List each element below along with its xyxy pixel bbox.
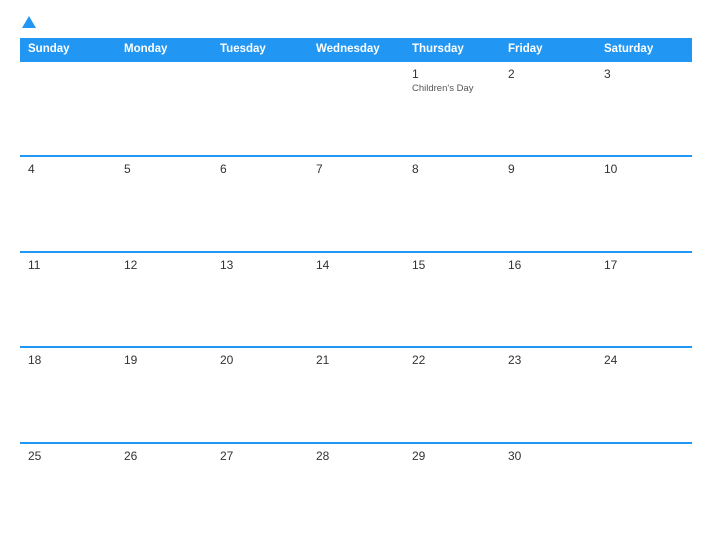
calendar-cell: 18	[20, 347, 116, 442]
calendar-cell: 4	[20, 156, 116, 251]
day-number: 1	[412, 67, 492, 81]
day-number: 5	[124, 162, 204, 176]
calendar-cell	[212, 61, 308, 156]
calendar-cell: 30	[500, 443, 596, 538]
day-number: 12	[124, 258, 204, 272]
event-label: Children's Day	[412, 83, 492, 94]
day-number: 11	[28, 258, 108, 272]
calendar-page: SundayMondayTuesdayWednesdayThursdayFrid…	[0, 0, 712, 550]
calendar-cell: 9	[500, 156, 596, 251]
header	[20, 18, 692, 28]
weekday-header: Thursday	[404, 38, 500, 61]
calendar-week-row: 1 Children's Day 2 3	[20, 61, 692, 156]
day-number: 3	[604, 67, 684, 81]
calendar-cell: 15	[404, 252, 500, 347]
day-number: 20	[220, 353, 300, 367]
calendar-cell: 29	[404, 443, 500, 538]
weekday-header: Monday	[116, 38, 212, 61]
day-number: 24	[604, 353, 684, 367]
calendar-body: 1Children's Day2345678910111213141516171…	[20, 61, 692, 538]
calendar-week-row: 4 5 6 7 8 9 10	[20, 156, 692, 251]
weekday-header: Tuesday	[212, 38, 308, 61]
day-number: 7	[316, 162, 396, 176]
day-number: 27	[220, 449, 300, 463]
day-number: 16	[508, 258, 588, 272]
day-number: 14	[316, 258, 396, 272]
day-number: 19	[124, 353, 204, 367]
calendar-cell	[116, 61, 212, 156]
day-number: 2	[508, 67, 588, 81]
calendar-cell: 1 Children's Day	[404, 61, 500, 156]
calendar-cell: 26	[116, 443, 212, 538]
calendar-cell	[20, 61, 116, 156]
day-number: 8	[412, 162, 492, 176]
weekday-header: Sunday	[20, 38, 116, 61]
calendar-cell: 7	[308, 156, 404, 251]
calendar-cell: 10	[596, 156, 692, 251]
calendar-week-row: 18 19 20 21 22 23 24	[20, 347, 692, 442]
weekday-header: Wednesday	[308, 38, 404, 61]
day-number: 21	[316, 353, 396, 367]
day-number: 17	[604, 258, 684, 272]
calendar-week-row: 11 12 13 14 15 16 17	[20, 252, 692, 347]
calendar-header-row: SundayMondayTuesdayWednesdayThursdayFrid…	[20, 38, 692, 61]
calendar-cell: 21	[308, 347, 404, 442]
day-number: 29	[412, 449, 492, 463]
logo	[20, 18, 36, 28]
calendar-cell: 17	[596, 252, 692, 347]
calendar-cell: 24	[596, 347, 692, 442]
day-number: 28	[316, 449, 396, 463]
calendar-cell: 16	[500, 252, 596, 347]
day-number: 22	[412, 353, 492, 367]
calendar-cell	[596, 443, 692, 538]
weekday-header: Saturday	[596, 38, 692, 61]
calendar-cell: 27	[212, 443, 308, 538]
calendar-week-row: 25 26 27 28 29 30	[20, 443, 692, 538]
day-number: 18	[28, 353, 108, 367]
calendar-cell: 11	[20, 252, 116, 347]
day-number: 6	[220, 162, 300, 176]
day-number: 23	[508, 353, 588, 367]
calendar-cell: 14	[308, 252, 404, 347]
calendar-cell: 6	[212, 156, 308, 251]
calendar-cell: 22	[404, 347, 500, 442]
calendar-cell: 5	[116, 156, 212, 251]
day-number: 4	[28, 162, 108, 176]
day-number: 10	[604, 162, 684, 176]
day-number: 15	[412, 258, 492, 272]
logo-triangle-icon	[22, 16, 36, 28]
day-number: 25	[28, 449, 108, 463]
weekday-header: Friday	[500, 38, 596, 61]
calendar-table: SundayMondayTuesdayWednesdayThursdayFrid…	[20, 38, 692, 538]
calendar-cell: 25	[20, 443, 116, 538]
calendar-cell: 20	[212, 347, 308, 442]
calendar-cell: 23	[500, 347, 596, 442]
calendar-cell: 12	[116, 252, 212, 347]
day-number: 26	[124, 449, 204, 463]
day-number: 9	[508, 162, 588, 176]
calendar-cell: 3	[596, 61, 692, 156]
calendar-cell: 2	[500, 61, 596, 156]
calendar-cell: 19	[116, 347, 212, 442]
calendar-cell	[308, 61, 404, 156]
day-number: 30	[508, 449, 588, 463]
calendar-cell: 28	[308, 443, 404, 538]
calendar-cell: 8	[404, 156, 500, 251]
calendar-cell: 13	[212, 252, 308, 347]
day-number: 13	[220, 258, 300, 272]
